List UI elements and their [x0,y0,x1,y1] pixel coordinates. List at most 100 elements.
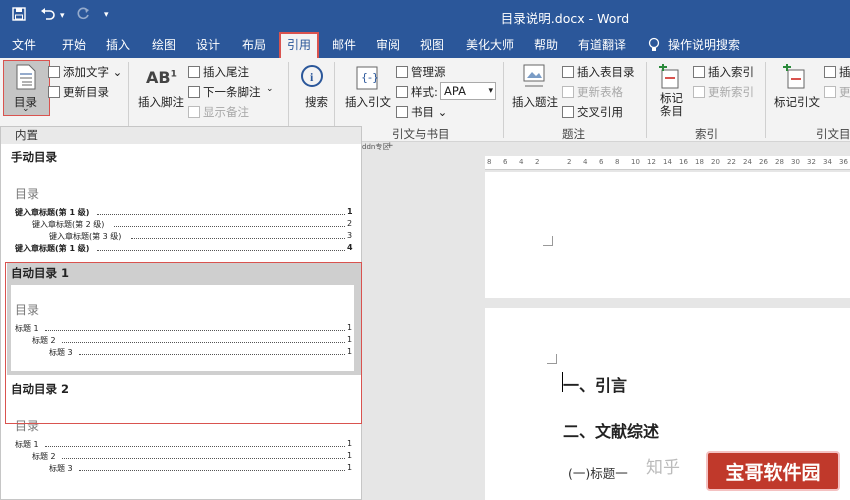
bibliography-icon [396,106,408,118]
document-heading-2[interactable]: 二、文献综述 [563,418,659,442]
ruler-tick: 12 [647,158,656,166]
toc-preview-line: 键入章标题(第 2 级) 2 [32,219,355,229]
update-toc-button[interactable]: 更新目录 [63,84,109,100]
tab-draw[interactable]: 绘图 [146,32,182,58]
add-tab-icon[interactable]: + [386,141,394,151]
insert-citation-button[interactable]: 插入引文 [345,94,391,110]
document-heading-1[interactable]: 一、引言 [563,372,627,396]
show-notes-button: 显示备注 [203,105,249,119]
ruler-tick: 2 [535,158,540,166]
group-divider [646,62,647,138]
toc-dot-leader [45,446,345,447]
ruler-tick: 6 [599,158,604,166]
toc-entry-text: 键入章标题(第 1 级) [15,208,90,217]
next-footnote-dropdown-icon[interactable]: ⌄ [266,84,274,94]
insert-table-of-figures-button[interactable]: 插入表目录 [577,64,635,80]
document-tab-strip: ddn专区 + [362,141,472,154]
cross-reference-icon [562,106,574,118]
tab-youdao-translate[interactable]: 有道翻译 [574,32,630,58]
captions-group-label: 题注 [562,127,585,141]
toc-entry-text: 键入章标题(第 1 级) [15,244,90,253]
toc-entry-text: 标题 2 [32,452,56,461]
manage-sources-button[interactable]: 管理源 [411,64,446,80]
page-corner-mark [543,236,553,246]
tab-design[interactable]: 设计 [190,32,226,58]
toc-preview-line: 键入章标题(第 3 级) 3 [49,231,355,241]
ruler-tick: 6 [503,158,508,166]
insert-endnote-icon [188,66,200,78]
insert-toa-button[interactable]: 插 [839,64,850,80]
lightbulb-icon [645,32,663,58]
mark-entry-button[interactable]: 标记 条目 [660,92,683,118]
toc-dot-leader [97,214,345,215]
tab-layout[interactable]: 布局 [236,32,272,58]
ruler-tick: 20 [711,158,720,166]
tell-me-search[interactable]: 操作说明搜索 [668,32,740,58]
insert-endnote-button[interactable]: 插入尾注 [203,64,249,80]
cross-reference-button[interactable]: 交叉引用 [577,104,623,120]
horizontal-ruler[interactable]: 8 6 4 2 2 4 6 8 10 12 14 16 18 20 22 24 26 28 30 32 34 36 [485,156,850,170]
search-button[interactable]: 搜索 [305,94,328,110]
ruler-tick: 22 [727,158,736,166]
toc-entry-text: 键入章标题(第 2 级) [32,220,105,229]
window-title: 目录说明.docx - Word [500,11,630,26]
insert-index-icon [693,66,705,78]
insert-footnote-button[interactable]: 插入脚注 [138,94,184,110]
toc-button[interactable]: 目录 ⌄ [3,60,50,116]
toc-entry-text: 标题 1 [15,440,39,449]
citations-group-label: 引文与书目 [392,127,450,141]
tab-review[interactable]: 审阅 [370,32,406,58]
ruler-tick: 30 [791,158,800,166]
ruler-tick: 36 [839,158,848,166]
tab-help[interactable]: 帮助 [528,32,564,58]
document-page[interactable] [485,172,850,298]
toc-preview-line: 键入章标题(第 1 级) 4 [15,243,355,253]
bibliography-button[interactable]: 书目 ⌄ [411,104,447,120]
insert-caption-button[interactable]: 插入题注 [512,94,558,110]
ruler-tick: 18 [695,158,704,166]
document-subheading[interactable]: (一)标题一 [568,463,628,482]
add-text-icon [48,66,60,78]
ruler-tick: 34 [823,158,832,166]
chevron-down-icon: ▾ [488,86,493,96]
ruler-tick: 8 [487,158,492,166]
tab-view[interactable]: 视图 [414,32,450,58]
tab-beautify-master[interactable]: 美化大师 [462,32,518,58]
update-toa-icon [824,86,836,98]
toc-page-number: 4 [347,243,353,252]
citation-style-select[interactable]: APA ▾ [440,82,496,100]
toc-gallery-dropdown: 内置 手动目录 目录 键入章标题(第 1 级) 1 键入章标题(第 2 级) 2 键入章… [0,126,362,500]
ruler-tick: 4 [583,158,588,166]
insert-index-button[interactable]: 插入索引 [708,64,754,80]
toc-page-number: 1 [347,207,353,216]
toc-dot-leader [79,470,345,471]
update-index-button: 更新索引 [708,85,754,99]
insert-citation-icon: {-} [356,66,378,90]
show-notes-icon [188,106,200,118]
chevron-down-icon: ⌄ [22,104,30,114]
update-index-icon [693,86,705,98]
toa-group-label: 引文目 [816,127,850,141]
tab-insert[interactable]: 插入 [100,32,136,58]
mark-entry-icon [659,64,679,89]
style-label: 样式: [411,85,438,99]
ruler-tick: 32 [807,158,816,166]
ruler-tick: 28 [775,158,784,166]
tab-file[interactable]: 文件 [6,32,42,58]
toc-page-number: 2 [347,219,353,228]
toc-entry-text: 标题 3 [49,464,73,473]
tab-home[interactable]: 开始 [56,32,92,58]
ruler-tick: 26 [759,158,768,166]
tab-references[interactable]: 引用 [279,32,319,58]
svg-text:{-}: {-} [361,71,378,84]
add-text-button[interactable]: 添加文字 ⌄ [63,64,122,80]
ribbon-tabs: 文件 开始 插入 绘图 设计 布局 引用 邮件 审阅 视图 美化大师 帮助 有道… [0,32,850,58]
next-footnote-button[interactable]: 下一条脚注 [203,84,261,100]
next-footnote-icon [188,86,200,98]
tab-mailings[interactable]: 邮件 [326,32,362,58]
toc-icon [16,64,36,90]
toc-entry-text: 键入章标题(第 3 级) [49,232,122,241]
gallery-section-header: 内置 [1,127,361,144]
toc-preview-line: 键入章标题(第 1 级) 1 [15,207,355,217]
mark-citation-button[interactable]: 标记引文 [774,94,820,110]
